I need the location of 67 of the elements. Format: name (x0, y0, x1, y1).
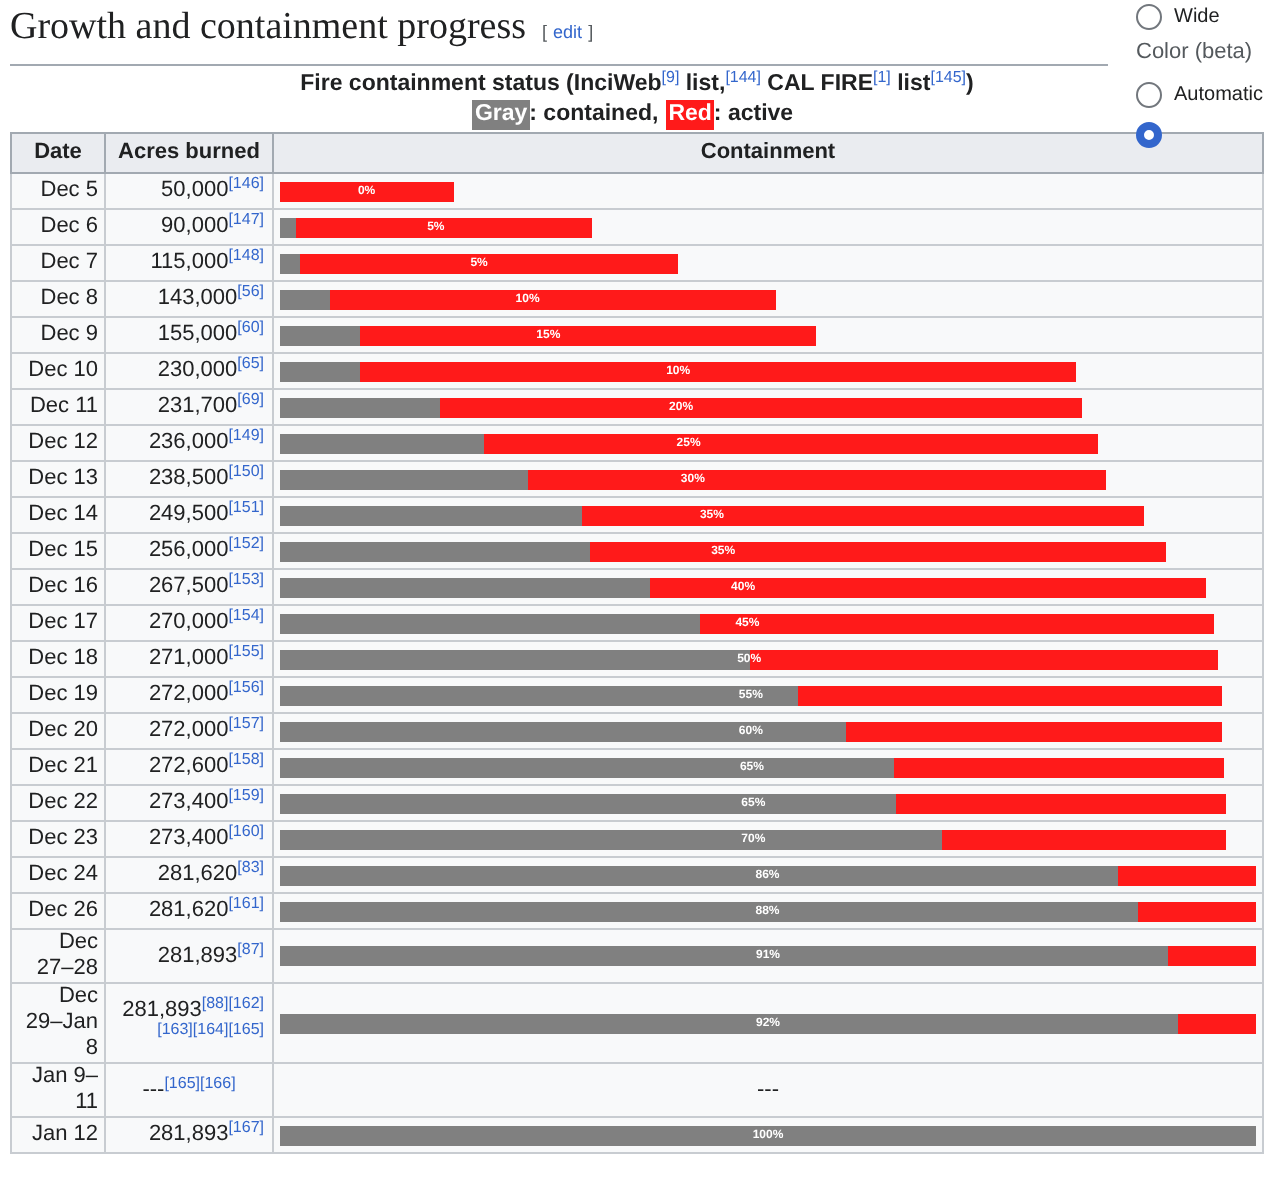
date-cell: Dec 8 (11, 281, 105, 317)
date-cell: Dec 12 (11, 425, 105, 461)
date-cell: Dec 14 (11, 497, 105, 533)
date-cell: Dec 29–Jan 8 (11, 983, 105, 1063)
column-header: Containment (273, 133, 1263, 173)
date-cell: Dec 9 (11, 317, 105, 353)
acres-cell: 230,000$^{[65]}$ (105, 353, 273, 389)
acres-cell: 273,400$^{[159]}$ (105, 785, 273, 821)
edit-link[interactable]: edit (553, 20, 583, 47)
acres-cell: 267,500$^{[153]}$ (105, 569, 273, 605)
acres-cell: 272,000$^{[156]}$ (105, 677, 273, 713)
table-caption: Fire containment status (InciWeb$^{[9]}$ list,$^{[144]}$ CAL FIRE$^{[1]}$ list$^{[145]}$) (300, 70, 974, 100)
column-header: Date (11, 133, 105, 173)
acres-cell: 155,000$^{[60]}$ (105, 317, 273, 353)
legend-swatch: Gray (472, 100, 530, 130)
radio-button[interactable] (1136, 3, 1162, 29)
date-cell: Dec 23 (11, 821, 105, 857)
date-cell: Dec 24 (11, 857, 105, 893)
date-cell: Dec 16 (11, 569, 105, 605)
date-cell: Dec 6 (11, 209, 105, 245)
date-cell: Dec 10 (11, 353, 105, 389)
acres-cell: 272,000$^{[157]}$ (105, 713, 273, 749)
date-cell: Dec 15 (11, 533, 105, 569)
acres-cell: 281,620$^{[161]}$ (105, 893, 273, 929)
section-title: Growth and containment progress (10, 4, 527, 52)
date-cell: Dec 27–28 (11, 929, 105, 983)
acres-cell: 143,000$^{[56]}$ (105, 281, 273, 317)
column-header: Acres burned (105, 133, 273, 173)
acres-cell: 273,400$^{[160]}$ (105, 821, 273, 857)
acres-cell: 256,000$^{[152]}$ (105, 533, 273, 569)
acres-cell: 271,000$^{[155]}$ (105, 641, 273, 677)
date-cell: Dec 20 (11, 713, 105, 749)
acres-cell: 90,000$^{[147]}$ (105, 209, 273, 245)
legend-text: : contained, (529, 100, 659, 130)
date-cell: Dec 17 (11, 605, 105, 641)
date-cell: Dec 13 (11, 461, 105, 497)
acres-cell: 281,620$^{[83]}$ (105, 857, 273, 893)
bracket: ] (588, 20, 594, 46)
acres-cell: 115,000$^{[148]}$ (105, 245, 273, 281)
section-heading: Color (beta) (1136, 38, 1255, 68)
date-cell: Dec 22 (11, 785, 105, 821)
acres-cell: 281,893$^{[167]}$ (105, 1117, 273, 1153)
date-cell: Dec 19 (11, 677, 105, 713)
legend-swatch: Red (666, 100, 714, 130)
radio-label: Wide (1174, 3, 1220, 31)
radio-button[interactable] (1136, 82, 1162, 108)
acres-cell: 236,000$^{[149]}$ (105, 425, 273, 461)
date-cell: Dec 26 (11, 893, 105, 929)
legend-text: : active (713, 100, 794, 130)
date-cell: Dec 18 (11, 641, 105, 677)
date-cell: Jan 9–11 (11, 1063, 105, 1117)
acres-cell: 238,500$^{[150]}$ (105, 461, 273, 497)
acres-cell: 272,600$^{[158]}$ (105, 749, 273, 785)
bracket: [ (542, 20, 548, 46)
date-cell: Jan 12 (11, 1117, 105, 1153)
acres-cell: 249,500$^{[151]}$ (105, 497, 273, 533)
date-cell: Dec 11 (11, 389, 105, 425)
acres-cell: 270,000$^{[154]}$ (105, 605, 273, 641)
acres-cell: 281,893$^{[87]}$ (105, 929, 273, 983)
radio-label: Automatic (1174, 82, 1263, 110)
acres-cell: 50,000$^{[146]}$ (105, 173, 273, 209)
date-cell: Dec 5 (11, 173, 105, 209)
date-cell: Dec 7 (11, 245, 105, 281)
radio-button[interactable] (1136, 122, 1162, 148)
date-cell: Dec 21 (11, 749, 105, 785)
containment-cell: --- (273, 1063, 1263, 1117)
acres-cell: 231,700$^{[69]}$ (105, 389, 273, 425)
